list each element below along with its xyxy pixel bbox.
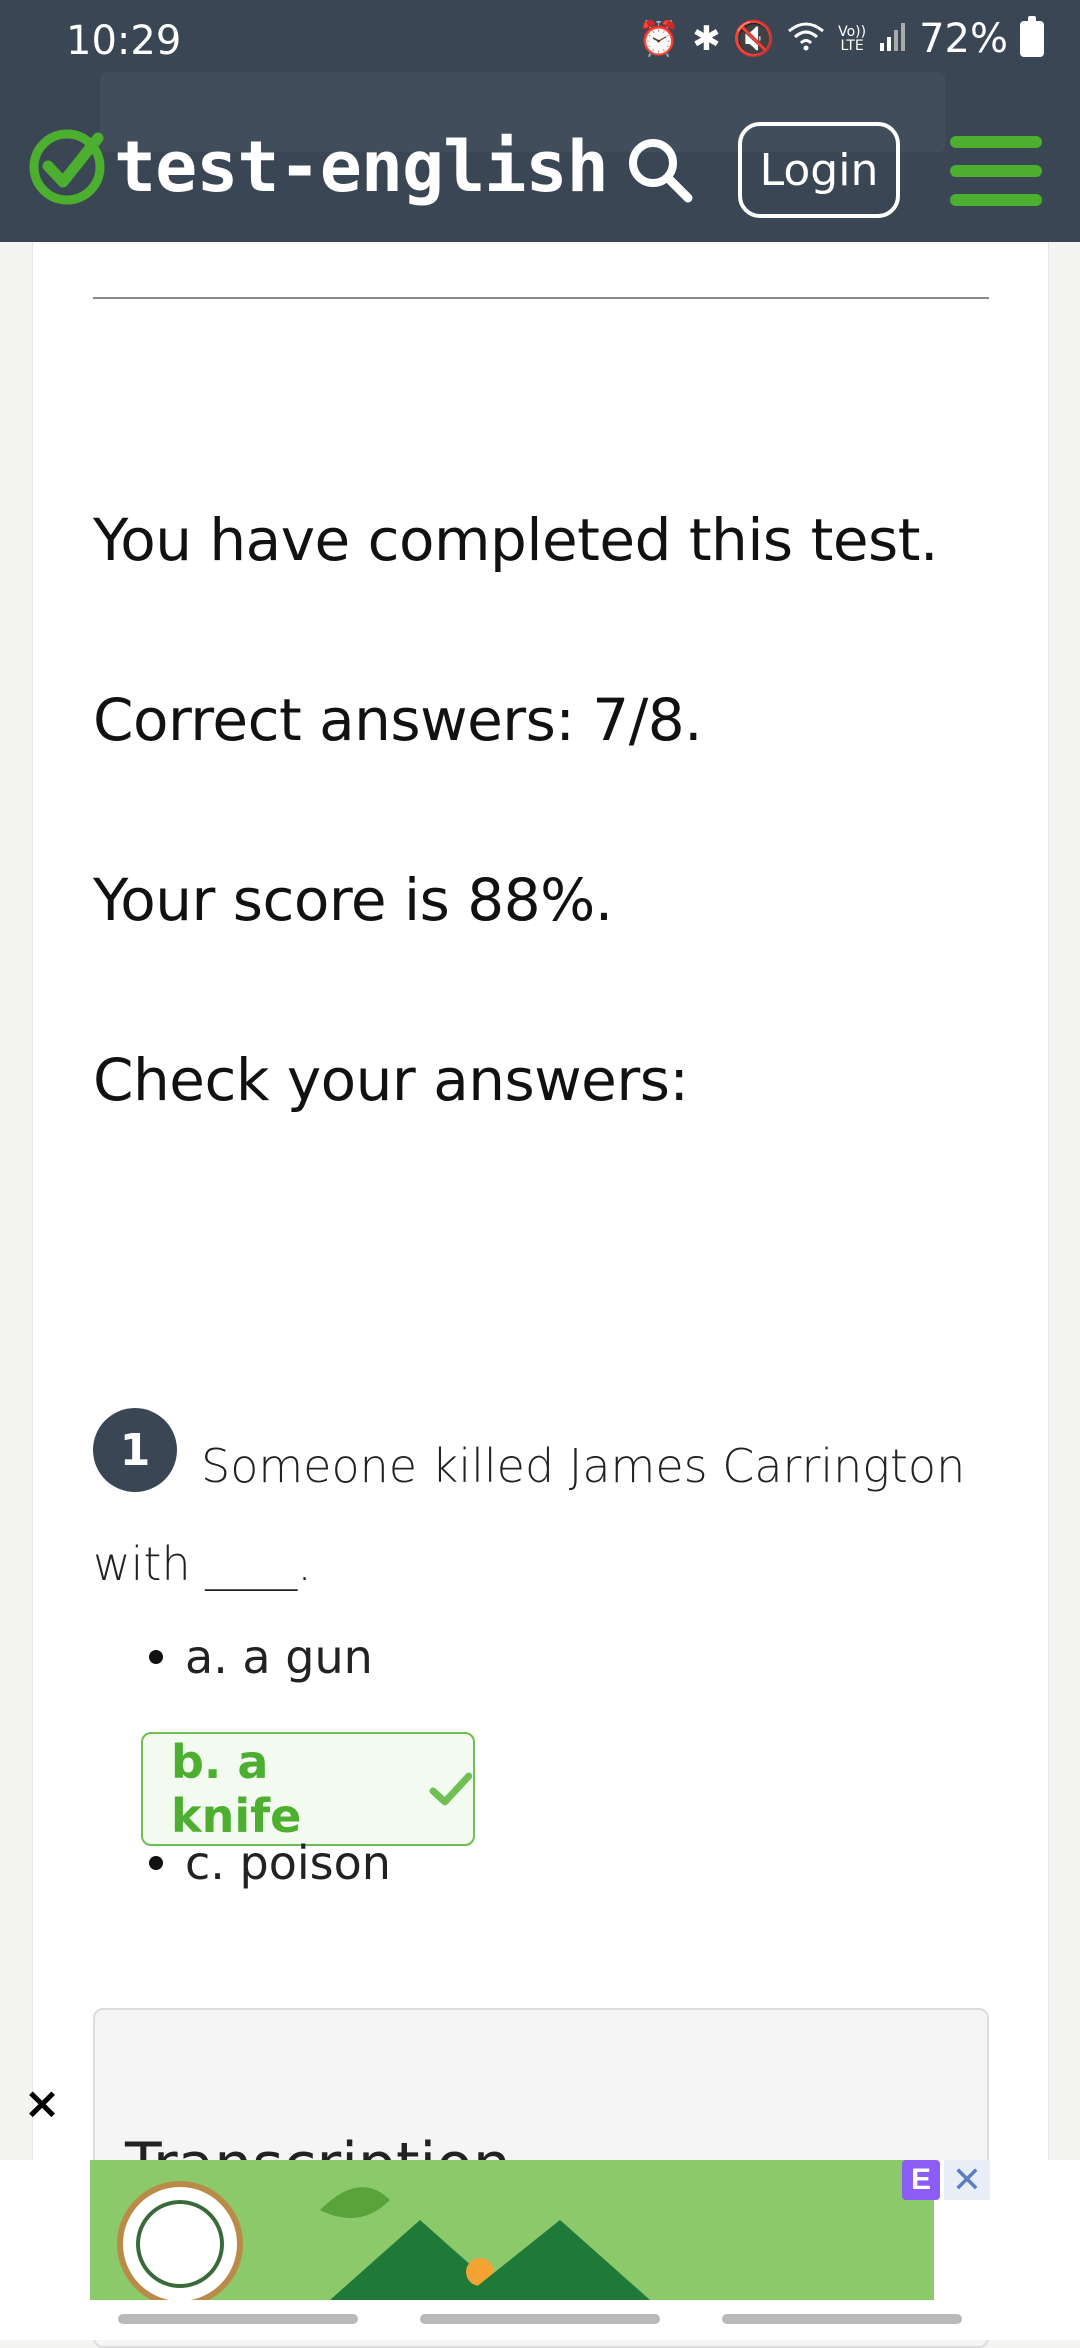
divider: [93, 297, 989, 299]
content-card: You have completed this test. Correct an…: [32, 242, 1049, 2348]
logo-text: test-english: [114, 126, 609, 208]
mute-icon: 🔇: [732, 19, 776, 59]
bluetooth-icon: ✱: [692, 19, 721, 59]
option-c: c. poison: [93, 1836, 391, 1890]
correct-answer-box: b. a knife: [141, 1732, 475, 1846]
search-icon: [629, 139, 693, 203]
status-icons: ⏰ ✱ 🔇 Vo)) LTE 72%: [638, 16, 1044, 62]
bullet: [149, 1650, 163, 1664]
ad-dismiss-icon[interactable]: ✕: [944, 2159, 990, 2200]
nav-handle[interactable]: [118, 2314, 358, 2324]
battery-percent: 72%: [919, 16, 1008, 62]
nav-handle[interactable]: [722, 2314, 962, 2324]
option-label: a. a gun: [185, 1630, 373, 1684]
hamburger-menu-button[interactable]: [950, 136, 1042, 206]
alarm-icon: ⏰: [637, 19, 681, 59]
check-logo-icon: [29, 129, 105, 205]
signal-icon: [879, 21, 907, 57]
nav-handle[interactable]: [420, 2314, 660, 2324]
option-label: b. a knife: [171, 1735, 302, 1843]
check-answers-heading: Check your answers:: [93, 1046, 689, 1114]
bullet: [149, 1856, 163, 1870]
checkmark-icon: [429, 1772, 473, 1806]
question-text: Someone killed James Carrington with ___…: [93, 1439, 966, 1591]
option-a: a. a gun: [93, 1630, 373, 1684]
wifi-icon: [787, 21, 825, 57]
ad-artwork: [117, 2181, 650, 2300]
login-button[interactable]: Login: [738, 122, 900, 218]
search-button[interactable]: [622, 132, 698, 208]
question-number-badge: 1: [93, 1408, 177, 1492]
menu-line: [950, 194, 1042, 206]
status-time: 10:29: [66, 18, 182, 64]
menu-line: [950, 165, 1042, 177]
ad-banner[interactable]: [90, 2160, 934, 2300]
completed-message: You have completed this test.: [93, 506, 938, 574]
site-logo[interactable]: test-english: [26, 126, 609, 208]
ad-close-button[interactable]: ×: [20, 2082, 64, 2126]
app-header: 10:29 ⏰ ✱ 🔇 Vo)) LTE 72% test-english Lo…: [0, 0, 1080, 242]
correct-answers-text: Correct answers: 7/8.: [93, 686, 703, 754]
battery-icon: [1020, 16, 1044, 57]
volte-icon: Vo)) LTE: [838, 24, 867, 54]
score-text: Your score is 88%.: [93, 866, 613, 934]
ad-badge-icon[interactable]: E: [902, 2160, 940, 2200]
option-label: c. poison: [185, 1836, 391, 1890]
menu-line: [950, 136, 1042, 148]
